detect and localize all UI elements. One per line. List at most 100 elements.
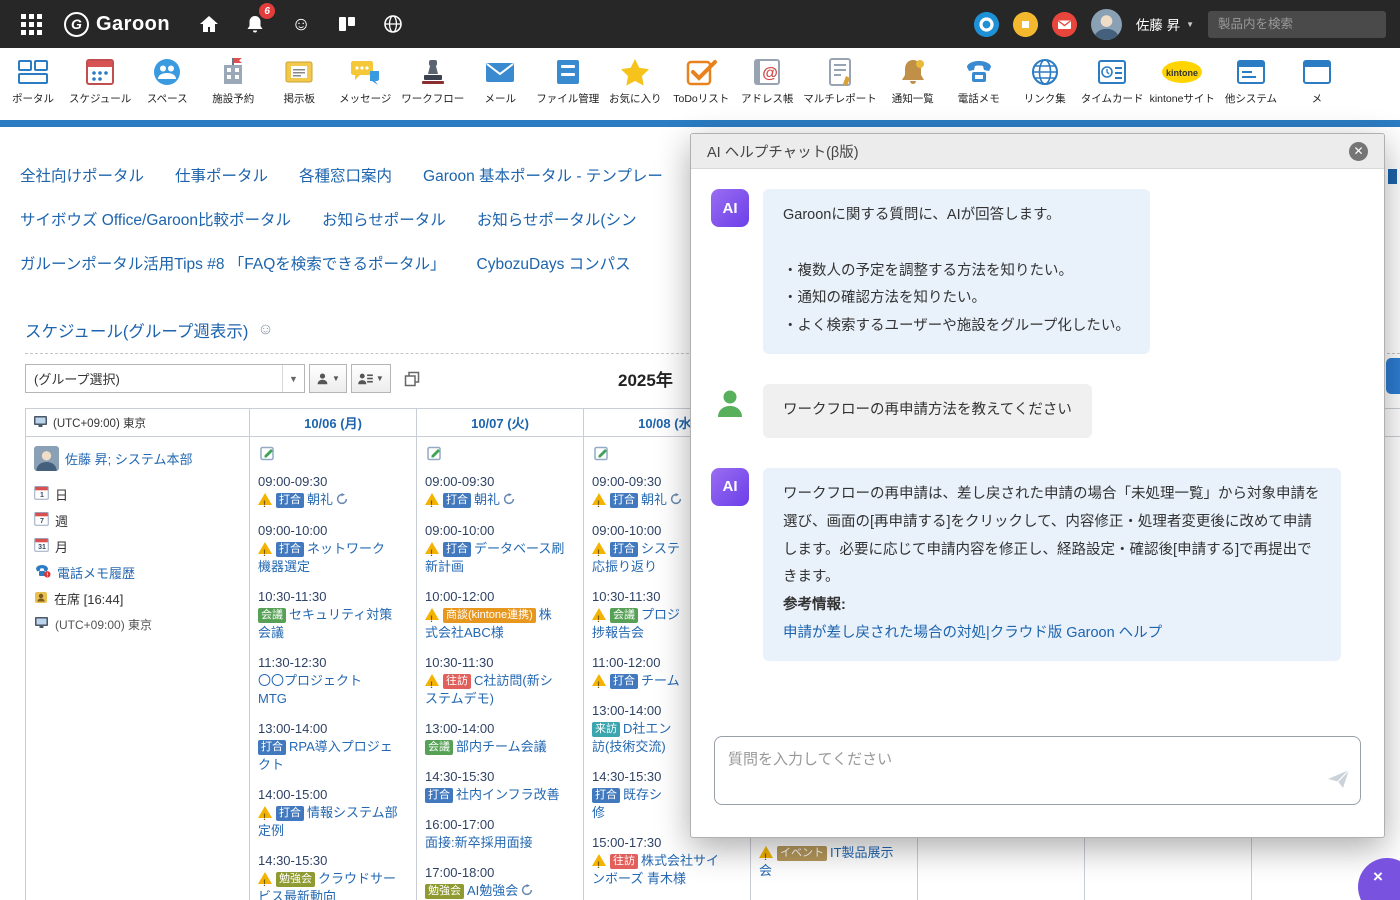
event-line: 打合社内インフラ改善 [425,786,575,804]
new-event-icon[interactable] [260,445,276,466]
schedule-portlet-title[interactable]: スケジュール(グループ週表示) [25,318,248,342]
event-time: 10:00-12:00 [425,588,575,606]
user-name: 佐藤 昇 [1136,14,1180,34]
help-article-link[interactable]: 申請が差し戻された場合の対処|クラウド版 Garoon ヘルプ [783,620,1162,648]
event[interactable]: 09:00-10:00打合ネットワーク 機器選定 [258,522,408,576]
member-name[interactable]: 佐藤 昇; システム本部 [65,449,192,468]
app-item-othersystem[interactable]: 他システム [1218,48,1284,120]
notification-bell-icon[interactable]: 6 [238,7,272,41]
app-item-links[interactable]: リンク集 [1012,48,1078,120]
smiley-icon: ☺ [291,15,310,34]
kintone-icon: kintone [1160,56,1204,88]
user-avatar[interactable] [1091,9,1122,40]
event[interactable]: 17:00-18:00勉強会AI勉強会 [425,864,575,900]
group-select[interactable]: (グループ選択) ▼ [25,364,305,393]
event[interactable]: 13:00-14:00会議部内チーム会議 [425,720,575,756]
member-tool-monitor[interactable]: (UTC+09:00) 東京 [34,611,241,637]
day-column: 09:00-09:30打合朝礼 09:00-10:00打合データベース刷 新計画 1… [417,437,584,900]
home-icon[interactable] [192,7,226,41]
app-item-label: メッセージ [339,91,391,106]
app-item-workflow[interactable]: ワークフロー [398,48,467,120]
search-input[interactable] [1208,11,1386,38]
member-tool-calendar-month[interactable]: 31月 [34,533,241,559]
member-tool-calendar-week[interactable]: 7週 [34,507,241,533]
send-icon[interactable] [1327,769,1350,789]
event[interactable]: 13:00-14:00打合RPA導入プロジェ クト [258,720,408,774]
app-item-mail[interactable]: メール [467,48,533,120]
chat-input[interactable] [714,736,1361,805]
event[interactable]: 10:00-12:00商談(kintone連携)株 式会社ABC様 [425,588,575,642]
app-item-report[interactable]: マルチレポート [800,48,880,120]
app-item-message[interactable]: メッセージ [332,48,398,120]
emoji-status-icon[interactable]: ☺ [284,7,318,41]
app-item-partial[interactable]: メ [1284,48,1350,120]
portal-tab[interactable]: お知らせポータル [322,208,446,230]
copy-view-icon[interactable] [404,371,420,387]
day-header[interactable]: 10/07 (火) [417,408,584,437]
app-item-facility[interactable]: 施設予約 [200,48,266,120]
event-line: 打合朝礼 [258,491,408,510]
new-event-icon[interactable] [594,445,610,466]
event[interactable]: イベントIT製品展示 会 [759,844,909,880]
portal-tab[interactable]: 各種窓口案内 [299,164,392,186]
portal-tab[interactable]: 全社向けポータル [20,164,144,186]
service-icon-blue[interactable] [974,12,999,37]
garoon-logo-mark: G [64,12,89,37]
event[interactable]: 15:00-17:30往訪株式会社サイ ンボーズ 青木様 [592,834,742,888]
event-time: 16:00-17:00 [425,816,575,834]
app-launcher-icon[interactable] [14,7,48,41]
app-item-notification[interactable]: 通知一覧 [880,48,946,120]
app-item-kintone[interactable]: kintonekintoneサイト [1147,48,1218,120]
app-item-space[interactable]: スペース [134,48,200,120]
member-tool-phone-memo[interactable]: !電話メモ履歴 [34,559,241,585]
app-item-portal[interactable]: ポータル [0,48,66,120]
calendar-day-icon: 1 [34,485,49,503]
member-tool-calendar-day[interactable]: 1日 [34,481,241,507]
event[interactable]: 14:30-15:30打合社内インフラ改善 [425,768,575,804]
partial-icon [1300,56,1334,88]
event[interactable]: 09:00-10:00打合データベース刷 新計画 [425,522,575,576]
app-item-todo[interactable]: ToDoリスト [668,48,734,120]
app-item-phone[interactable]: 電話メモ [946,48,1012,120]
network-globe-icon[interactable] [376,7,410,41]
portal-tab[interactable]: ガルーンポータル活用Tips #8 「FAQを検索できるポータル」 [20,252,446,274]
event[interactable]: 16:00-17:00面接:新卒採用面接 [425,816,575,852]
member-tool-presence[interactable]: 在席 [16:44] [34,585,241,611]
event[interactable]: 09:00-09:30打合朝礼 [258,473,408,510]
app-item-timecard[interactable]: タイムカード [1078,48,1147,120]
user-select-button[interactable]: ▼ [309,364,347,393]
app-item-favorite[interactable]: お気に入り [602,48,668,120]
close-icon[interactable]: ✕ [1349,142,1368,161]
day-header[interactable]: 10/06 (月) [250,408,417,437]
new-event-icon[interactable] [427,445,443,466]
event[interactable]: 10:30-11:30会議セキュリティ対策 会議 [258,588,408,642]
service-icon-mail[interactable] [1052,12,1077,37]
organization-select-button[interactable]: ▼ [351,364,391,393]
event[interactable]: 09:00-09:30打合朝礼 [425,473,575,510]
user-menu[interactable]: 佐藤 昇 ▼ [1136,14,1194,34]
event[interactable]: 11:30-12:30〇〇プロジェクト MTG [258,654,408,708]
app-item-address[interactable]: @アドレス帳 [734,48,800,120]
garoon-logo[interactable]: G Garoon [64,12,170,37]
member-avatar[interactable] [34,446,59,471]
app-item-label: ワークフロー [401,91,464,106]
service-icon-yellow[interactable] [1013,12,1038,37]
app-item-schedule[interactable]: スケジュール [66,48,134,120]
app-item-file[interactable]: ファイル管理 [533,48,602,120]
portlet-options-icon[interactable]: ☺ [257,322,273,338]
favorite-icon [618,56,652,88]
event[interactable]: 10:30-11:30往訪C社訪問(新シ ステムデモ) [425,654,575,708]
app-item-label: リンク集 [1024,91,1066,106]
portal-tab[interactable]: CybozuDays コンパス [477,252,631,274]
portal-tab[interactable]: お知らせポータル(シン [477,208,637,230]
event[interactable]: 14:30-15:30勉強会クラウドサー ビス最新動向 [258,852,408,900]
portal-tab[interactable]: 仕事ポータル [175,164,268,186]
chat-bubble: ワークフローの再申請は、差し戻された申請の場合「未処理一覧」から対象申請を選び、… [763,468,1341,661]
portal-tab[interactable]: Garoon 基本ポータル - テンプレー [423,164,663,186]
app-item-bulletin[interactable]: 掲示板 [266,48,332,120]
event-time: 10:30-11:30 [425,654,575,672]
event[interactable]: 14:00-15:00打合情報システム部 定例 [258,786,408,840]
board-view-icon[interactable] [330,7,364,41]
portal-tab[interactable]: サイボウズ Office/Garoon比較ポータル [20,208,291,230]
chevron-down-icon: ▼ [376,374,384,383]
